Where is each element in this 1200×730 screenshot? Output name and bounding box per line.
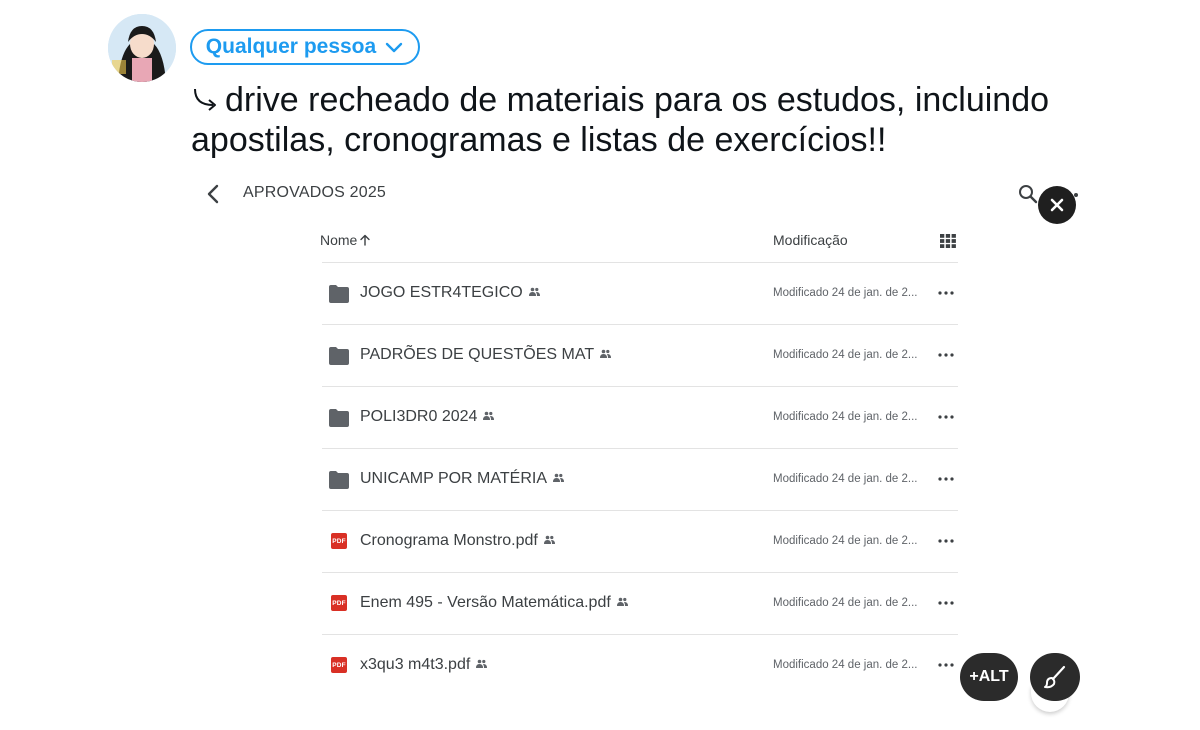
compose-text-line1: drive recheado de materiais para os estu…: [225, 81, 1050, 119]
shared-icon: [483, 411, 495, 420]
file-modified: Modificado 24 de jan. de 2...: [773, 287, 918, 299]
file-row[interactable]: PDF x3qu3 m4t3.pdf Modificado 24 de jan.…: [322, 635, 958, 696]
compose-text-line2: apostilas, cronogramas e listas de exerc…: [191, 121, 887, 159]
shared-icon: [476, 659, 488, 668]
back-arrow-icon[interactable]: [200, 180, 228, 208]
file-name: Enem 495 - Versão Matemática.pdf: [360, 594, 611, 611]
shared-icon: [528, 287, 540, 296]
folder-icon: [329, 347, 349, 365]
file-modified: Modificado 24 de jan. de 2...: [773, 349, 918, 361]
shared-icon: [552, 473, 564, 482]
shared-icon: [600, 349, 612, 358]
avatar-image: [108, 14, 176, 82]
file-modified: Modificado 24 de jan. de 2...: [773, 597, 918, 609]
more-options-icon[interactable]: [937, 596, 955, 610]
file-name: x3qu3 m4t3.pdf: [360, 656, 471, 673]
file-modified: Modificado 24 de jan. de 2...: [773, 411, 918, 423]
file-name: Cronograma Monstro.pdf: [360, 532, 538, 549]
column-modified-label: Modificação: [773, 232, 848, 248]
more-options-icon[interactable]: [937, 348, 955, 362]
compose-text-area[interactable]: drive recheado de materiais para os estu…: [191, 80, 1051, 160]
column-name-label: Nome: [320, 232, 358, 248]
curved-arrow-icon: [194, 88, 216, 111]
search-icon[interactable]: [1017, 183, 1039, 205]
edit-image-button[interactable]: [1030, 653, 1080, 701]
file-row[interactable]: PADRÕES DE QUESTÕES MAT Modificado 24 de…: [322, 325, 958, 387]
file-row[interactable]: UNICAMP POR MATÉRIA Modificado 24 de jan…: [322, 449, 958, 511]
folder-icon: [329, 471, 349, 489]
file-modified: Modificado 24 de jan. de 2...: [773, 535, 918, 547]
file-row[interactable]: POLI3DR0 2024 Modificado 24 de jan. de 2…: [322, 387, 958, 449]
file-list: JOGO ESTR4TEGICO Modificado 24 de jan. d…: [322, 262, 958, 696]
folder-icon: [329, 285, 349, 303]
audience-label: Qualquer pessoa: [205, 35, 377, 58]
file-name: JOGO ESTR4TEGICO: [360, 284, 523, 301]
folder-icon: [329, 409, 349, 427]
more-options-icon[interactable]: [937, 286, 955, 300]
grid-view-icon[interactable]: [940, 234, 956, 248]
file-modified: Modificado 24 de jan. de 2...: [773, 659, 918, 671]
pdf-icon: PDF: [331, 533, 347, 549]
more-options-icon[interactable]: [937, 534, 955, 548]
pdf-icon: PDF: [331, 595, 347, 611]
more-options-icon[interactable]: [937, 658, 955, 672]
folder-title: APROVADOS 2025: [243, 184, 387, 201]
avatar[interactable]: [108, 14, 176, 82]
shared-icon: [616, 597, 628, 606]
file-row[interactable]: PDF Enem 495 - Versão Matemática.pdf Mod…: [322, 573, 958, 635]
file-name: PADRÕES DE QUESTÕES MAT: [360, 346, 595, 363]
remove-image-button[interactable]: [1038, 186, 1076, 224]
file-row[interactable]: PDF Cronograma Monstro.pdf Modificado 24…: [322, 511, 958, 573]
chevron-down-icon: [385, 42, 403, 53]
file-modified: Modificado 24 de jan. de 2...: [773, 473, 918, 485]
more-options-icon[interactable]: [937, 410, 955, 424]
brush-icon: [1044, 665, 1066, 689]
add-alt-text-button[interactable]: +ALT: [960, 653, 1018, 701]
sort-by-name-header[interactable]: Nome: [320, 232, 371, 248]
arrow-up-icon: [360, 234, 371, 246]
file-name: UNICAMP POR MATÉRIA: [360, 470, 547, 487]
shared-icon: [543, 535, 555, 544]
file-name: POLI3DR0 2024: [360, 408, 478, 425]
more-options-icon[interactable]: [937, 472, 955, 486]
file-row[interactable]: JOGO ESTR4TEGICO Modificado 24 de jan. d…: [322, 263, 958, 325]
audience-selector-button[interactable]: Qualquer pessoa: [190, 29, 420, 65]
pdf-icon: PDF: [331, 657, 347, 673]
close-icon: [1050, 198, 1064, 212]
